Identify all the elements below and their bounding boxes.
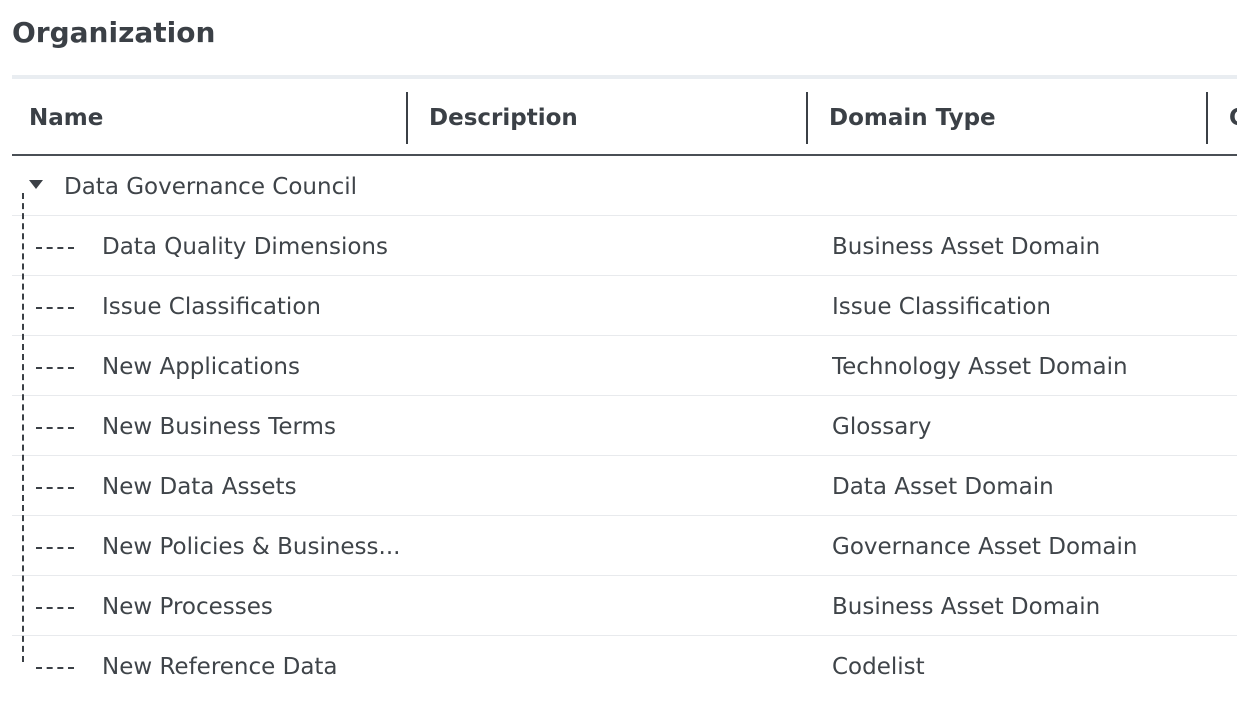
row-name: New Processes (102, 594, 273, 620)
row-name: Data Governance Council (64, 174, 358, 200)
row-name: New Applications (102, 354, 300, 380)
table-row-parent[interactable]: Data Governance Council (12, 156, 1237, 216)
table-row[interactable]: New Reference Data Codelist (12, 636, 1237, 695)
caret-down-icon[interactable] (29, 180, 43, 189)
row-domain-type: Data Asset Domain (832, 474, 1054, 500)
table-row[interactable]: New Applications Technology Asset Domain (12, 336, 1237, 396)
row-domain-type: Technology Asset Domain (832, 354, 1128, 380)
column-header-description[interactable]: Description (429, 79, 799, 154)
table-row[interactable]: New Data Assets Data Asset Domain (12, 456, 1237, 516)
table-row[interactable]: New Business Terms Glossary (12, 396, 1237, 456)
row-domain-type: Business Asset Domain (832, 234, 1101, 260)
tree-connector (36, 427, 74, 429)
tree-connector (36, 307, 74, 309)
tree-connector (36, 667, 74, 669)
tree-connector (36, 367, 74, 369)
tree-connector (36, 607, 74, 609)
column-resize-handle-domain-type[interactable] (1206, 92, 1208, 144)
table-row[interactable]: Data Quality Dimensions Business Asset D… (12, 216, 1237, 276)
row-name: New Policies & Business... (102, 534, 401, 560)
row-name: New Business Terms (102, 414, 336, 440)
column-resize-handle-description[interactable] (806, 92, 808, 144)
row-name: New Data Assets (102, 474, 297, 500)
tree-connector (36, 547, 74, 549)
row-domain-type: Issue Classification (832, 294, 1051, 320)
tree-vertical-connector (22, 193, 24, 662)
table-row[interactable]: Issue Classification Issue Classificatio… (12, 276, 1237, 336)
tree-connector (36, 487, 74, 489)
tree-connector (36, 247, 74, 249)
organization-grid: Name Description Domain Type C Data Gove… (12, 79, 1237, 695)
column-header-domain-type[interactable]: Domain Type (829, 79, 1199, 154)
column-header-name[interactable]: Name (29, 79, 399, 154)
row-domain-type: Codelist (832, 654, 925, 680)
column-header-partial[interactable]: C (1229, 79, 1237, 154)
table-row[interactable]: New Policies & Business... Governance As… (12, 516, 1237, 576)
grid-rows: Data Governance Council Data Quality Dim… (12, 156, 1237, 695)
grid-header-row: Name Description Domain Type C (12, 79, 1237, 156)
row-name: New Reference Data (102, 654, 338, 680)
organization-page: Organization Name Description Domain Typ… (0, 0, 1237, 721)
row-domain-type: Business Asset Domain (832, 594, 1101, 620)
row-name: Issue Classification (102, 294, 321, 320)
column-resize-handle-name[interactable] (406, 92, 408, 144)
row-domain-type: Governance Asset Domain (832, 534, 1138, 560)
table-row[interactable]: New Processes Business Asset Domain (12, 576, 1237, 636)
row-name: Data Quality Dimensions (102, 234, 388, 260)
row-domain-type: Glossary (832, 414, 932, 440)
page-title: Organization (12, 16, 216, 49)
